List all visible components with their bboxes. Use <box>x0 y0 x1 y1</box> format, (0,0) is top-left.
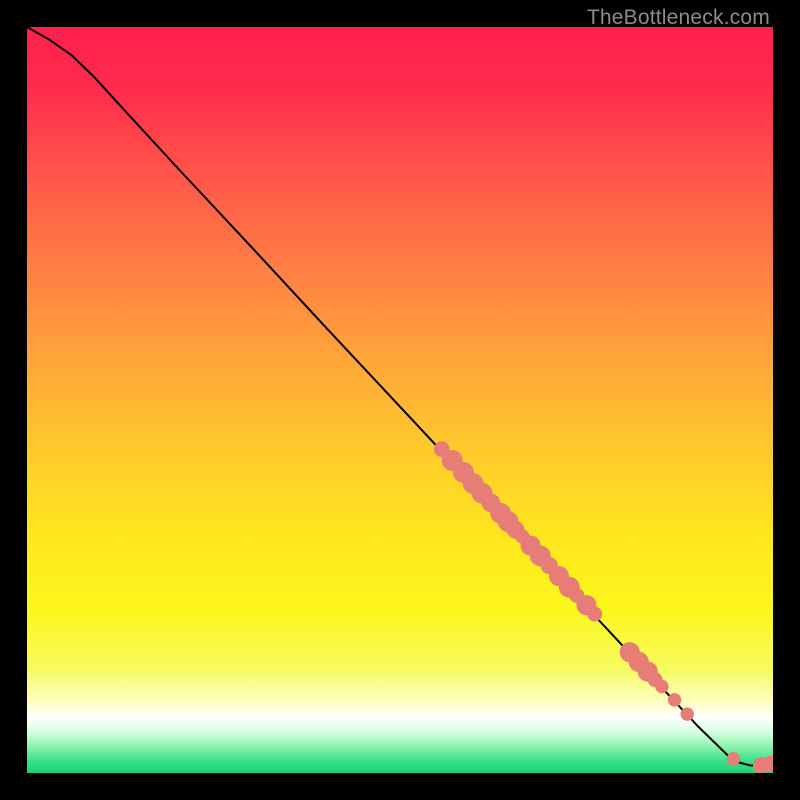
data-point <box>727 752 740 765</box>
data-point <box>655 680 668 693</box>
chart-frame <box>27 27 773 773</box>
data-point <box>668 693 681 706</box>
data-point <box>681 707 694 720</box>
data-point <box>587 607 602 622</box>
chart-svg <box>27 27 773 773</box>
chart-background <box>27 27 773 773</box>
